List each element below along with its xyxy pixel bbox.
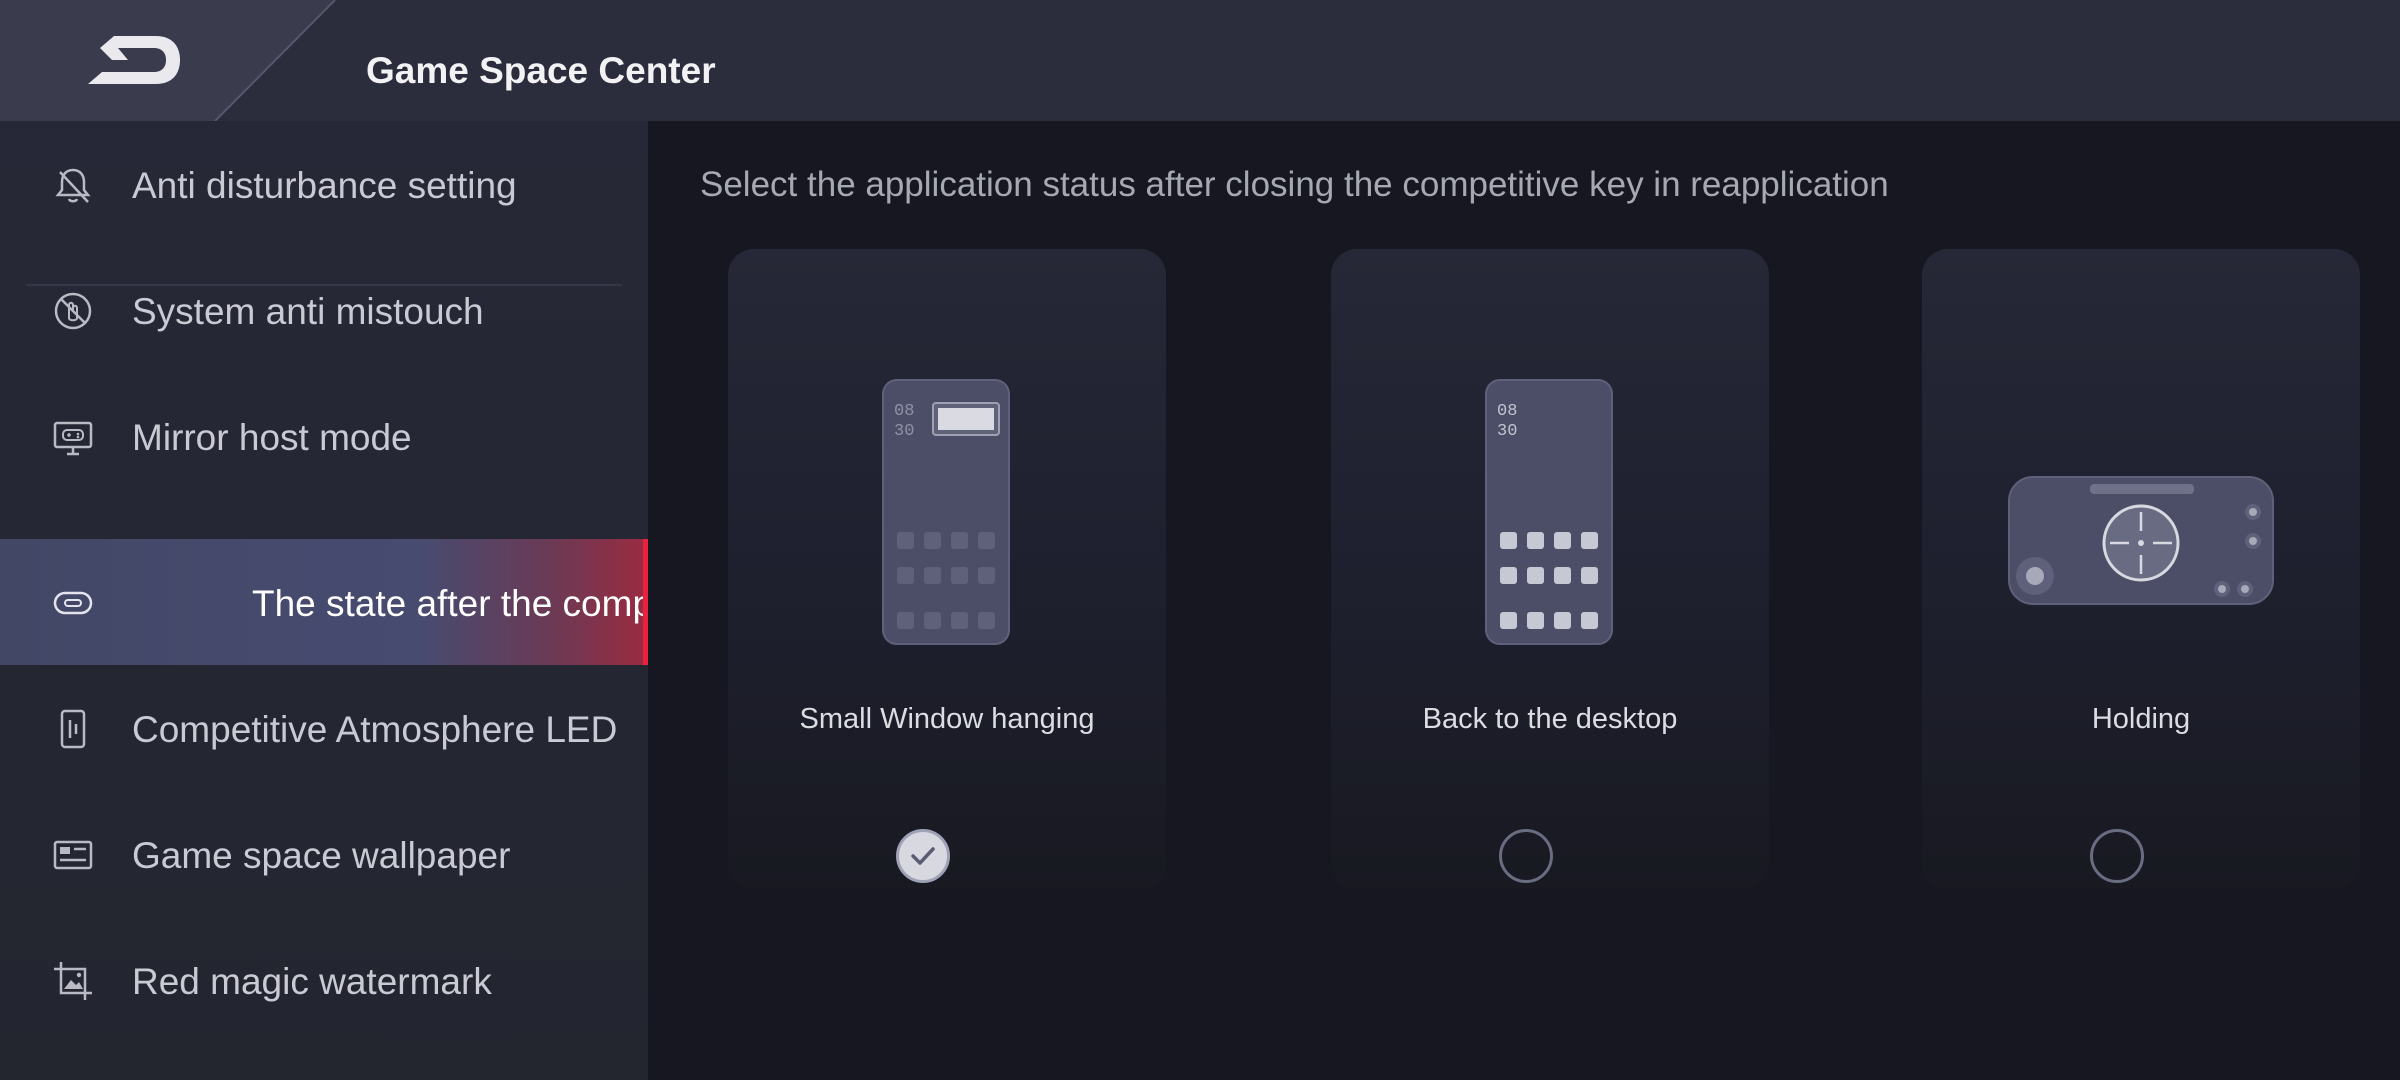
clock-minutes: 30 xyxy=(1497,422,1517,441)
monitor-gamepad-icon xyxy=(53,421,93,456)
toggle-key-icon xyxy=(53,591,93,615)
image-crop-icon xyxy=(54,962,92,1000)
checkmark-icon xyxy=(911,847,935,865)
section-prompt: Select the application status after clos… xyxy=(700,165,1889,204)
sidebar-item-label: Game space wallpaper xyxy=(132,835,511,876)
led-strip-icon xyxy=(60,709,86,749)
main-content: Select the application status after clos… xyxy=(648,121,2400,1080)
radio-small-window[interactable] xyxy=(896,829,950,883)
radio-back-to-desktop[interactable] xyxy=(1499,829,1553,883)
bell-off-icon xyxy=(55,168,91,203)
game-space-center-app: Game Space Center Anti disturbance setti… xyxy=(0,0,2400,1080)
sidebar-item-watermark[interactable]: Red magic watermark xyxy=(0,917,648,1043)
page-title: Game Space Center xyxy=(366,50,716,91)
sidebar-item-anti-disturbance[interactable]: Anti disturbance setting xyxy=(0,121,648,247)
sidebar: Anti disturbance setting System anti mis… xyxy=(0,121,648,1080)
clock-hours: 08 xyxy=(894,402,914,421)
sidebar-item-state-after-competitive-key[interactable]: The state after the comp xyxy=(0,539,648,665)
sidebar-item-label: Competitive Atmosphere LED xyxy=(132,709,618,750)
sidebar-item-mirror-host-mode[interactable]: Mirror host mode xyxy=(0,373,648,499)
option-label: Holding xyxy=(2091,703,2191,735)
option-card-holding[interactable]: Holding xyxy=(1922,249,2360,889)
handheld-console-illustration xyxy=(2008,476,2274,605)
back-arrow-icon xyxy=(88,36,180,84)
clock-minutes: 30 xyxy=(894,422,914,441)
sidebar-item-system-anti-mistouch[interactable]: System anti mistouch xyxy=(0,247,648,373)
sidebar-item-label: The state after the comp xyxy=(252,583,648,624)
small-window-phone-illustration: 08 30 xyxy=(882,379,1010,645)
back-button[interactable] xyxy=(0,0,340,121)
wallpaper-icon xyxy=(53,840,93,870)
sidebar-item-label: Red magic watermark xyxy=(132,961,492,1002)
option-label: Small Window hanging xyxy=(799,703,1095,735)
sidebar-item-label: Anti disturbance setting xyxy=(132,165,517,206)
sidebar-item-atmosphere-led[interactable]: Competitive Atmosphere LED xyxy=(0,665,648,791)
option-card-back-to-desktop[interactable]: 08 30 Back to the desktop xyxy=(1331,249,1769,889)
radio-holding[interactable] xyxy=(2090,829,2144,883)
no-touch-icon xyxy=(54,292,92,330)
sidebar-item-wallpaper[interactable]: Game space wallpaper xyxy=(0,791,648,917)
option-label: Back to the desktop xyxy=(1422,703,1678,735)
option-card-small-window[interactable]: 08 30 Small Window hanging xyxy=(728,249,1166,889)
desktop-phone-illustration: 08 30 xyxy=(1485,379,1613,645)
top-bar: Game Space Center xyxy=(0,0,2400,121)
sidebar-item-label: Mirror host mode xyxy=(132,417,412,458)
sidebar-item-label: System anti mistouch xyxy=(132,291,484,332)
clock-hours: 08 xyxy=(1497,402,1517,421)
